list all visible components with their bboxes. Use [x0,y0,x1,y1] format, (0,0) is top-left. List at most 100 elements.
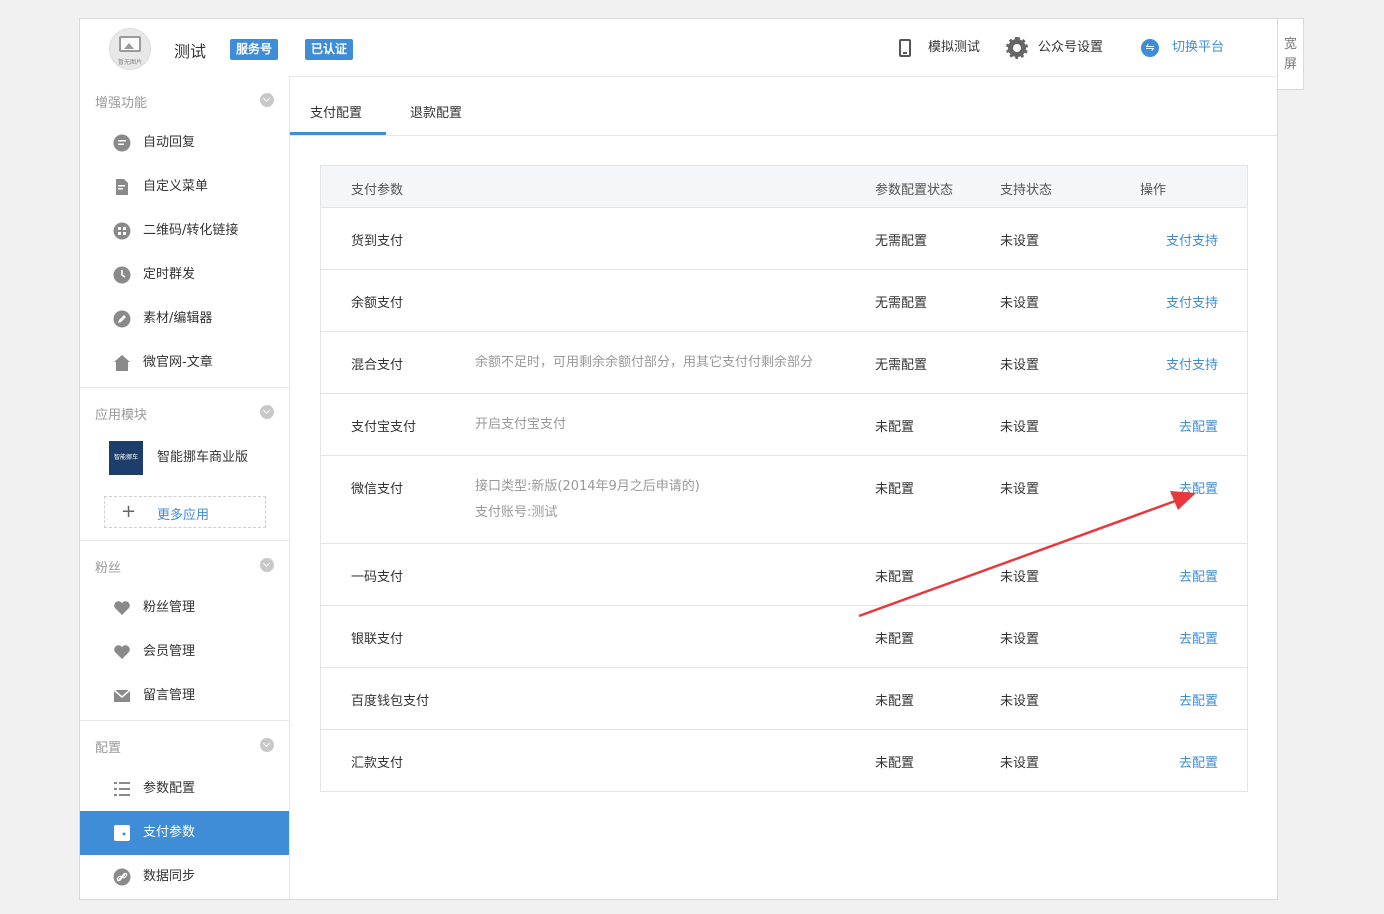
sidebar-item-message-management[interactable]: 留言管理 [80,674,289,718]
sidebar-item-micro-site[interactable]: 微官网-文章 [80,341,289,385]
support-status: 未设置 [1000,694,1040,709]
table-row: 微信支付 接口类型:新版(2014年9月之后申请的) 支付账号:测试 未配置 未… [321,456,1247,544]
config-status: 未配置 [875,570,915,585]
section-title: 粉丝 [95,561,122,576]
sidebar-item-material-editor[interactable]: 素材/编辑器 [80,297,289,341]
sidebar-item-label: 参数配置 [143,781,196,796]
configure-link[interactable]: 去配置 [1179,628,1218,647]
support-status: 未设置 [1000,420,1040,435]
table-row: 支付宝支付 开启支付宝支付 未配置 未设置 去配置 [321,394,1247,456]
support-status: 未设置 [1000,358,1040,373]
collapse-toggle-icon[interactable] [260,405,274,419]
section-title: 配置 [95,741,122,756]
payment-support-link[interactable]: 支付支持 [1166,230,1218,249]
document-edit-icon [116,179,128,195]
sidebar-item-param-config[interactable]: 参数配置 [80,767,289,811]
qrcode-icon [113,222,131,240]
configure-link[interactable]: 去配置 [1179,690,1218,709]
tab-bar: 支付配置 退款配置 [290,76,1277,136]
config-status: 未配置 [875,632,915,647]
sidebar-item-qrcode[interactable]: 二维码/转化链接 [80,209,289,253]
app-frame: 暂无图片 测试 服务号 已认证 模拟测试 公众号设置 ⇋ 切换平台 增强功能 自… [79,18,1278,900]
payment-description: 余额不足时，可用剩余余额付部分，用其它支付付剩余部分 [475,355,814,370]
config-status: 无需配置 [875,296,928,311]
sidebar-item-member-management[interactable]: 会员管理 [80,630,289,674]
wide-screen-button[interactable]: 宽屏 [1278,18,1304,90]
sidebar-item-app[interactable]: 智能挪车 智能挪车商业版 [80,433,289,483]
support-status: 未设置 [1000,482,1040,497]
config-status: 未配置 [875,482,915,497]
sidebar-item-auto-reply[interactable]: 自动回复 [80,121,289,165]
heart-icon [114,601,130,615]
table-row: 货到支付 无需配置 未设置 支付支持 [321,208,1247,270]
column-header: 参数配置状态 [875,183,954,198]
support-status: 未设置 [1000,632,1040,647]
phone-icon [899,39,911,57]
sidebar-item-scheduled-send[interactable]: 定时群发 [80,253,289,297]
avatar-caption: 暂无图片 [117,59,142,66]
simulate-test-link[interactable]: 模拟测试 [928,38,980,58]
config-status: 未配置 [875,694,915,709]
payment-name: 货到支付 [351,234,404,249]
sidebar-item-data-sync[interactable]: 数据同步 [80,855,289,899]
more-apps-button[interactable]: + 更多应用 [104,496,266,528]
sidebar-item-custom-menu[interactable]: 自定义菜单 [80,165,289,209]
sidebar-item-label: 自动回复 [143,135,196,150]
app-module-section: 应用模块 智能挪车 智能挪车商业版 + 更多应用 [80,388,289,541]
tab-payment-config[interactable]: 支付配置 [310,102,362,121]
chat-bubble-icon [113,134,131,152]
mail-icon [113,689,131,702]
configure-link[interactable]: 去配置 [1179,752,1218,771]
switch-icon: ⇋ [1141,39,1159,57]
app-logo: 智能挪车 [109,441,143,475]
tab-refund-config[interactable]: 退款配置 [410,102,462,121]
sidebar-item-label: 自定义菜单 [143,179,209,194]
sidebar-item-payment-params[interactable]: 支付参数 [80,811,289,855]
sidebar-item-fans-management[interactable]: 粉丝管理 [80,586,289,630]
home-icon [114,355,130,371]
fans-section: 粉丝 粉丝管理 会员管理 留言管理 [80,541,289,721]
collapse-toggle-icon[interactable] [260,558,274,572]
column-header: 操作 [1140,183,1167,198]
payment-table: 支付参数 参数配置状态 支持状态 操作 货到支付 无需配置 未设置 支付支持 余… [320,165,1248,792]
configure-link[interactable]: 去配置 [1179,416,1218,435]
payment-name: 百度钱包支付 [351,694,430,709]
payment-name: 混合支付 [351,358,404,373]
config-status: 无需配置 [875,234,928,249]
payment-name: 一码支付 [351,570,404,585]
payment-name: 支付宝支付 [351,420,417,435]
sidebar-item-label: 支付参数 [143,825,196,840]
table-row: 混合支付 余额不足时，可用剩余余额付部分，用其它支付付剩余部分 无需配置 未设置… [321,332,1247,394]
heart-icon [114,645,130,659]
support-status: 未设置 [1000,570,1040,585]
pencil-icon [113,310,131,328]
collapse-toggle-icon[interactable] [260,93,274,107]
link-icon [113,868,131,886]
support-status: 未设置 [1000,296,1040,311]
sidebar-item-label: 素材/编辑器 [143,311,213,326]
payment-support-link[interactable]: 支付支持 [1166,354,1218,373]
column-header: 支持状态 [1000,183,1053,198]
enhance-section: 增强功能 自动回复 自定义菜单 二维码/转化链接 定时群发 素材/编辑器 微官网… [80,76,289,388]
switch-platform-link[interactable]: 切换平台 [1172,38,1224,58]
config-status: 未配置 [875,420,915,435]
table-row: 余额支付 无需配置 未设置 支付支持 [321,270,1247,332]
clock-icon [113,266,131,284]
payment-description: 接口类型:新版(2014年9月之后申请的) 支付账号:测试 [475,474,700,526]
payment-name: 余额支付 [351,296,404,311]
config-section: 配置 参数配置 支付参数 数据同步 [80,721,289,901]
account-avatar: 暂无图片 [109,28,151,70]
verified-badge: 已认证 [305,39,354,60]
account-settings-link[interactable]: 公众号设置 [1038,38,1103,58]
main-content: 支付配置 退款配置 支付参数 参数配置状态 支持状态 操作 货到支付 无需配置 … [290,76,1277,899]
collapse-toggle-icon[interactable] [260,738,274,752]
table-row: 银联支付 未配置 未设置 去配置 [321,606,1247,668]
wallet-icon [114,825,130,841]
service-account-badge: 服务号 [230,39,279,60]
configure-link[interactable]: 去配置 [1179,478,1218,497]
sidebar-item-label: 智能挪车商业版 [157,450,249,465]
support-status: 未设置 [1000,234,1040,249]
payment-name: 汇款支付 [351,756,404,771]
payment-support-link[interactable]: 支付支持 [1166,292,1218,311]
configure-link[interactable]: 去配置 [1179,566,1218,585]
